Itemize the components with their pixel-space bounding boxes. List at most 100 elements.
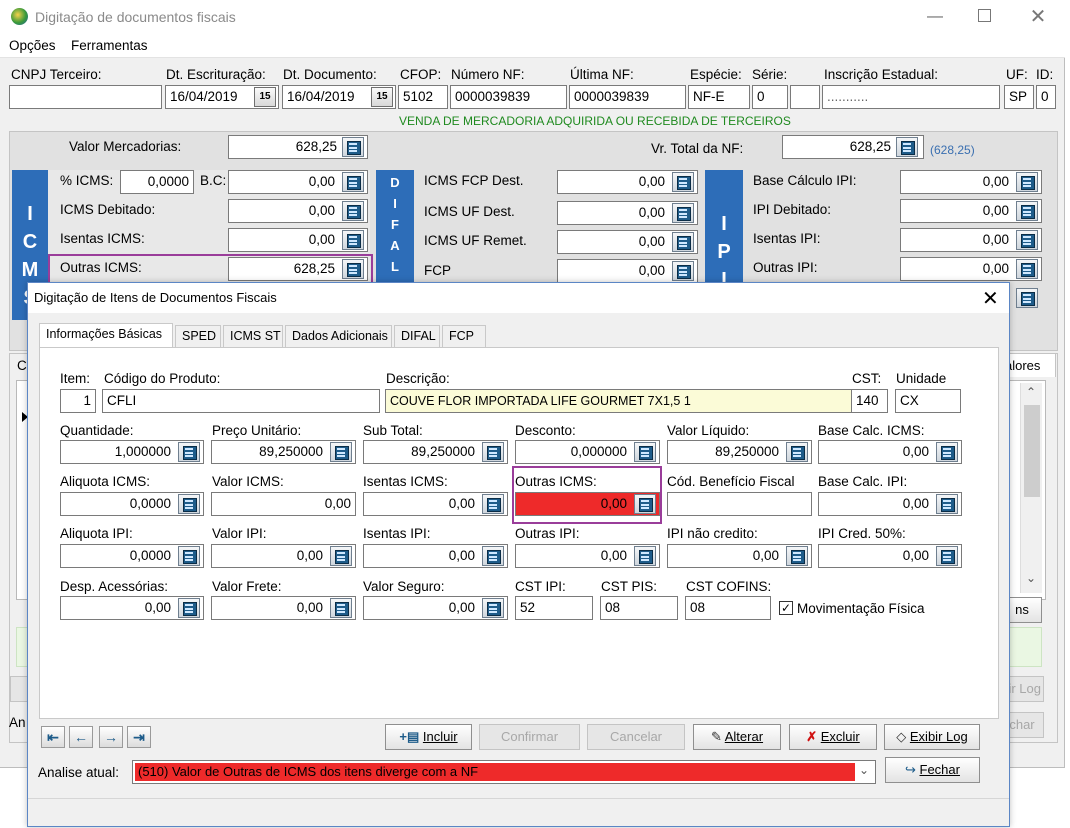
calculator-icon[interactable] bbox=[672, 232, 694, 252]
numero-nf-input[interactable]: 0000039839 bbox=[450, 85, 567, 109]
calculator-icon[interactable] bbox=[1016, 201, 1038, 221]
calculator-icon[interactable] bbox=[178, 442, 200, 462]
scroll-down-icon[interactable]: ⌄ bbox=[1026, 571, 1036, 585]
calculator-icon[interactable] bbox=[634, 442, 656, 462]
outras-icms-label: Outras ICMS: bbox=[60, 260, 142, 275]
alterar-button[interactable]: ✎ Alterar bbox=[693, 724, 781, 750]
analise-atual-select[interactable]: (510) Valor de Outras de ICMS dos itens … bbox=[132, 760, 876, 784]
previous-record-icon[interactable]: ← bbox=[69, 726, 93, 748]
uf-input[interactable]: SP bbox=[1004, 85, 1034, 109]
menu-opcoes[interactable]: Opções bbox=[9, 38, 56, 53]
uf-remet-label: ICMS UF Remet. bbox=[424, 233, 527, 248]
cfop-label: CFOP: bbox=[400, 67, 442, 82]
movimentacao-fisica-label: Movimentação Física bbox=[797, 601, 925, 616]
chevron-down-icon[interactable]: ⌄ bbox=[859, 763, 873, 777]
calculator-icon[interactable] bbox=[178, 546, 200, 566]
cod-beneficio-fiscal-input[interactable] bbox=[667, 492, 812, 516]
minimize-icon[interactable]: — bbox=[925, 8, 945, 26]
incluir-button[interactable]: +▤ Incluir bbox=[385, 724, 472, 750]
cst-pis-label: CST PIS: bbox=[601, 579, 658, 594]
dialog-close-icon[interactable]: ✕ bbox=[982, 286, 999, 311]
calculator-icon[interactable] bbox=[936, 442, 958, 462]
calculator-icon[interactable] bbox=[786, 546, 808, 566]
aliquota-icms-label: Aliquota ICMS: bbox=[60, 474, 151, 489]
calculator-icon[interactable] bbox=[482, 442, 504, 462]
id-input[interactable]: 0 bbox=[1036, 85, 1056, 109]
scroll-up-icon[interactable]: ⌃ bbox=[1026, 385, 1036, 399]
calculator-icon[interactable] bbox=[342, 137, 364, 157]
first-record-icon[interactable]: ⇤ bbox=[41, 726, 65, 748]
movimentacao-fisica-checkbox[interactable]: ✓ bbox=[779, 601, 793, 615]
cst-cofins-input[interactable]: 08 bbox=[685, 596, 771, 620]
calculator-icon[interactable] bbox=[330, 546, 352, 566]
maximize-icon[interactable] bbox=[978, 9, 991, 22]
cfop-input[interactable]: 5102 bbox=[398, 85, 448, 109]
calculator-icon[interactable] bbox=[634, 494, 656, 514]
valor-icms-input[interactable]: 0,00 bbox=[211, 492, 356, 516]
cst-ipi-input[interactable]: 52 bbox=[515, 596, 593, 620]
tab-icms-st[interactable]: ICMS ST bbox=[223, 325, 283, 347]
calculator-icon[interactable] bbox=[482, 494, 504, 514]
especie-input[interactable]: NF-E bbox=[688, 85, 750, 109]
serie-input[interactable]: 0 bbox=[752, 85, 788, 109]
excluir-button[interactable]: ✗ Excluir bbox=[789, 724, 877, 750]
next-record-icon[interactable]: → bbox=[99, 726, 123, 748]
fechar-button[interactable]: ↪ Fechar bbox=[885, 757, 980, 783]
dialog-title-bar: Digitação de Itens de Documentos Fiscais… bbox=[28, 283, 1009, 313]
exibir-log-button[interactable]: ◇ Exibir Log bbox=[884, 724, 980, 750]
calculator-icon[interactable] bbox=[1016, 288, 1038, 308]
tab-difal[interactable]: DIFAL bbox=[394, 325, 440, 347]
calculator-icon[interactable] bbox=[1016, 230, 1038, 250]
tab-dados-adicionais[interactable]: Dados Adicionais bbox=[285, 325, 392, 347]
subserie-input[interactable] bbox=[790, 85, 820, 109]
calculator-icon[interactable] bbox=[178, 598, 200, 618]
descricao-input[interactable]: COUVE FLOR IMPORTADA LIFE GOURMET 7X1,5 … bbox=[385, 389, 875, 413]
item-input[interactable]: 1 bbox=[60, 389, 96, 413]
calculator-icon[interactable] bbox=[342, 172, 364, 192]
scroll-thumb[interactable] bbox=[1024, 405, 1040, 497]
confirmar-button[interactable]: Confirmar bbox=[479, 724, 580, 750]
calculator-icon[interactable] bbox=[482, 546, 504, 566]
codigo-produto-input[interactable]: CFLI bbox=[102, 389, 380, 413]
calculator-icon[interactable] bbox=[786, 442, 808, 462]
calculator-icon[interactable] bbox=[482, 598, 504, 618]
cst-input[interactable]: 140 bbox=[851, 389, 888, 413]
scrollbar-behind[interactable]: ⌃ ⌄ bbox=[1020, 383, 1042, 593]
dialog-title: Digitação de Itens de Documentos Fiscais bbox=[34, 290, 277, 305]
calculator-icon[interactable] bbox=[936, 494, 958, 514]
tab-sped[interactable]: SPED bbox=[175, 325, 221, 347]
calculator-icon[interactable] bbox=[330, 442, 352, 462]
quantidade-label: Quantidade: bbox=[60, 423, 134, 438]
cancelar-button[interactable]: Cancelar bbox=[587, 724, 685, 750]
calculator-icon[interactable] bbox=[342, 259, 364, 279]
calculator-icon[interactable] bbox=[672, 261, 694, 281]
calendar-icon[interactable]: 15 bbox=[254, 87, 276, 107]
tab-informacoes-basicas[interactable]: Informações Básicas bbox=[39, 323, 173, 347]
calculator-icon[interactable] bbox=[330, 598, 352, 618]
log-icon: ◇ bbox=[896, 729, 910, 744]
cst-pis-input[interactable]: 08 bbox=[600, 596, 678, 620]
calculator-icon[interactable] bbox=[634, 546, 656, 566]
tab-fcp[interactable]: FCP bbox=[442, 325, 486, 347]
inscricao-estadual-input[interactable]: ........... bbox=[822, 85, 1000, 109]
unidade-input[interactable]: CX bbox=[895, 389, 961, 413]
calculator-icon[interactable] bbox=[342, 201, 364, 221]
calculator-icon[interactable] bbox=[672, 172, 694, 192]
ultima-nf-input[interactable]: 0000039839 bbox=[569, 85, 686, 109]
calculator-icon[interactable] bbox=[1016, 172, 1038, 192]
last-record-icon[interactable]: ⇥ bbox=[127, 726, 151, 748]
bc-ipi-label: Base Cálculo IPI: bbox=[753, 173, 857, 188]
cnpj-input[interactable] bbox=[9, 85, 162, 109]
bc-label: B.C: bbox=[200, 173, 227, 188]
calculator-icon[interactable] bbox=[342, 230, 364, 250]
pct-icms-input[interactable]: 0,0000 bbox=[120, 170, 194, 194]
close-icon[interactable]: ✕ bbox=[1028, 4, 1048, 28]
calendar-icon[interactable]: 15 bbox=[371, 87, 393, 107]
outras-ipi-item-label: Outras IPI: bbox=[515, 526, 580, 541]
calculator-icon[interactable] bbox=[178, 494, 200, 514]
calculator-icon[interactable] bbox=[896, 137, 918, 157]
calculator-icon[interactable] bbox=[1016, 259, 1038, 279]
calculator-icon[interactable] bbox=[936, 546, 958, 566]
calculator-icon[interactable] bbox=[672, 203, 694, 223]
menu-ferramentas[interactable]: Ferramentas bbox=[71, 38, 148, 53]
